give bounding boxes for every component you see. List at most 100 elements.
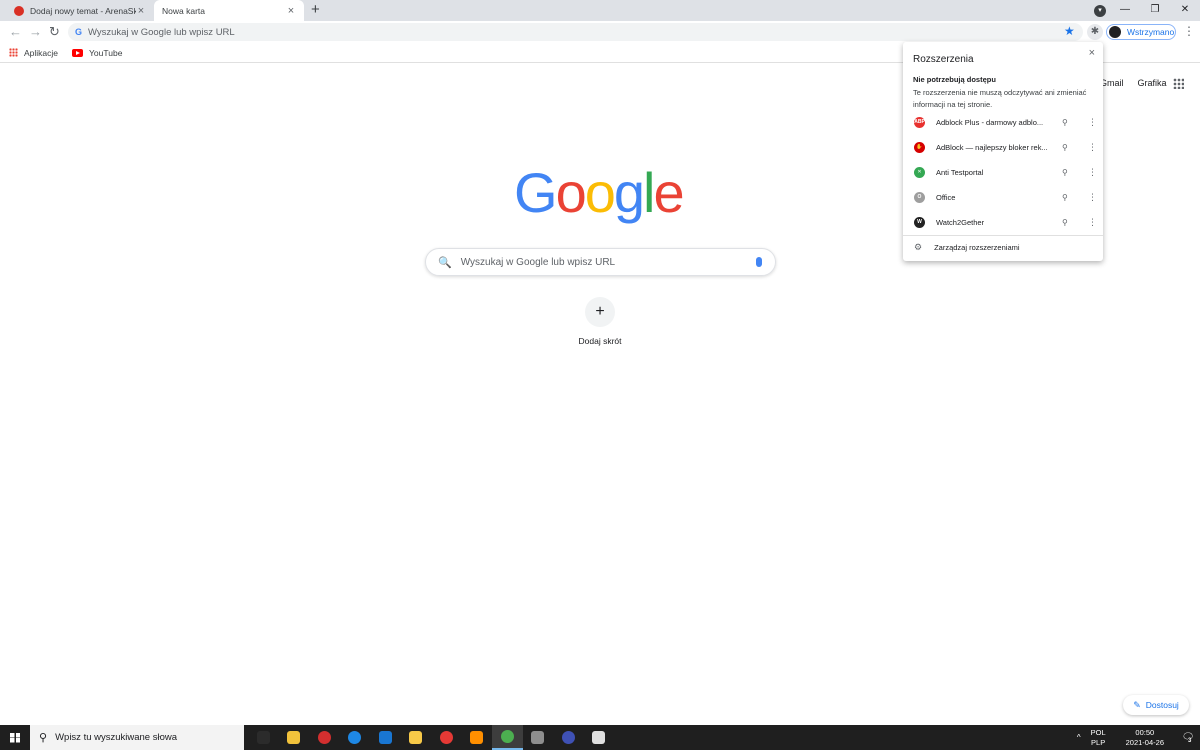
edge-icon bbox=[348, 731, 362, 744]
pin-icon[interactable]: ⚲ bbox=[1062, 218, 1068, 227]
gmail-link[interactable]: Gmail bbox=[1100, 78, 1124, 88]
ntp-search-placeholder: Wyszukaj w Google lub wpisz URL bbox=[460, 256, 616, 268]
language-bottom: PLP bbox=[1091, 737, 1106, 747]
taskbar-app-media[interactable] bbox=[462, 725, 493, 750]
pin-icon[interactable]: ⚲ bbox=[1062, 118, 1068, 127]
app-paint-icon bbox=[592, 731, 606, 744]
ntp-search-box[interactable]: 🔍 Wyszukaj w Google lub wpisz URL bbox=[425, 248, 776, 276]
forward-button[interactable]: → bbox=[29, 24, 42, 40]
chrome-menu-icon[interactable]: ⋮ bbox=[1183, 24, 1195, 38]
bookmark-apps[interactable]: Aplikacje bbox=[9, 48, 58, 58]
more-options-icon[interactable]: ⋮ bbox=[1088, 192, 1097, 203]
manage-extensions-label: Zarządzaj rozszerzeniami bbox=[934, 243, 1020, 252]
taskbar-app-app-blue[interactable] bbox=[553, 725, 584, 750]
back-button[interactable]: ← bbox=[9, 24, 22, 40]
tab-new-tab[interactable]: Nowa karta × bbox=[154, 0, 304, 21]
minimize-button[interactable]: — bbox=[1110, 0, 1140, 21]
extension-item[interactable]: W Watch2Gether ⚲ ⋮ bbox=[903, 210, 1103, 235]
window-controls: — ❐ ✕ bbox=[1110, 0, 1200, 21]
tab-strip: Dodaj nowy temat - ArenaSkillaż × Nowa k… bbox=[0, 0, 1200, 21]
start-button[interactable] bbox=[0, 725, 30, 750]
address-bar[interactable]: G Wyszukaj w Google lub wpisz URL bbox=[68, 23, 1083, 41]
tab-search-icon[interactable]: ▾ bbox=[1094, 5, 1106, 17]
bookmark-label: Aplikacje bbox=[24, 47, 59, 58]
logo-letter: g bbox=[613, 161, 645, 224]
restore-button[interactable]: ❐ bbox=[1140, 0, 1170, 21]
search-icon: 🔍 bbox=[438, 256, 452, 269]
clock[interactable]: 00:50 2021-04-26 bbox=[1126, 728, 1164, 748]
logo-letter: o bbox=[584, 161, 616, 224]
youtube-icon bbox=[72, 48, 84, 57]
microphone-icon[interactable] bbox=[756, 257, 762, 267]
taskbar-apps bbox=[248, 725, 614, 750]
taskbar-app-file-explorer[interactable] bbox=[401, 725, 432, 750]
tab-title: Nowa karta bbox=[162, 5, 205, 16]
bookmark-star-icon[interactable]: ★ bbox=[1064, 24, 1075, 38]
extension-icon: O bbox=[914, 192, 925, 203]
more-options-icon[interactable]: ⋮ bbox=[1088, 217, 1097, 228]
divider bbox=[903, 235, 1103, 236]
extension-icon: ABP bbox=[914, 117, 925, 128]
reload-button[interactable]: ↻ bbox=[49, 24, 60, 40]
taskbar-app-mail[interactable] bbox=[370, 725, 401, 750]
tab-arenaskill[interactable]: Dodaj nowy temat - ArenaSkillaż × bbox=[6, 0, 154, 21]
apps-icon bbox=[9, 48, 18, 57]
gear-icon: ⚙ bbox=[914, 242, 923, 252]
google-icon: G bbox=[75, 27, 83, 37]
extension-item[interactable]: ABP Adblock Plus - darmowy adblo... ⚲ ⋮ bbox=[903, 110, 1103, 135]
close-window-button[interactable]: ✕ bbox=[1170, 0, 1200, 21]
file-explorer-icon bbox=[409, 731, 423, 744]
search-icon: ⚲ bbox=[39, 732, 48, 744]
language-indicator[interactable]: POL PLP bbox=[1091, 728, 1106, 748]
extension-item[interactable]: ✋ AdBlock — najlepszy bloker rek... ⚲ ⋮ bbox=[903, 135, 1103, 160]
taskbar-search-placeholder: Wpisz tu wyszukiwane słowa bbox=[55, 732, 178, 743]
pin-icon[interactable]: ⚲ bbox=[1062, 168, 1068, 177]
extension-name: AdBlock — najlepszy bloker rek... bbox=[936, 143, 1048, 152]
taskbar-search[interactable]: ⚲ Wpisz tu wyszukiwane słowa bbox=[30, 725, 244, 750]
notifications-icon[interactable]: 🗨 3 bbox=[1176, 732, 1200, 744]
taskbar-app-app-paint[interactable] bbox=[584, 725, 615, 750]
logo-letter: l bbox=[643, 161, 656, 224]
more-options-icon[interactable]: ⋮ bbox=[1088, 142, 1097, 153]
extension-name: Anti Testportal bbox=[936, 168, 984, 177]
extension-item[interactable]: ✕ Anti Testportal ⚲ ⋮ bbox=[903, 160, 1103, 185]
section-title: Nie potrzebują dostępu bbox=[913, 75, 996, 84]
taskbar-app-file-explorer-pin[interactable] bbox=[279, 725, 310, 750]
taskbar-app-opera[interactable] bbox=[431, 725, 462, 750]
taskbar-app-app-red[interactable] bbox=[309, 725, 340, 750]
images-link[interactable]: Grafika bbox=[1138, 78, 1167, 88]
taskbar-app-chrome[interactable] bbox=[492, 725, 523, 750]
pin-icon[interactable]: ⚲ bbox=[1062, 193, 1068, 202]
store-icon bbox=[531, 731, 545, 744]
more-options-icon[interactable]: ⋮ bbox=[1088, 117, 1097, 128]
add-shortcut-button[interactable]: + bbox=[585, 297, 615, 327]
tab-close-icon[interactable]: × bbox=[286, 5, 296, 17]
app-blue-icon bbox=[561, 731, 575, 744]
pin-icon[interactable]: ⚲ bbox=[1062, 143, 1068, 152]
chrome-icon bbox=[500, 730, 514, 743]
google-apps-icon[interactable] bbox=[1173, 78, 1184, 89]
windows-icon bbox=[10, 732, 20, 743]
new-tab-button[interactable]: + bbox=[311, 2, 320, 18]
taskbar-app-store[interactable] bbox=[523, 725, 554, 750]
extension-item[interactable]: O Office ⚲ ⋮ bbox=[903, 185, 1103, 210]
extension-icon: W bbox=[914, 217, 925, 228]
profile-button[interactable]: Wstrzymano bbox=[1106, 24, 1176, 40]
more-options-icon[interactable]: ⋮ bbox=[1088, 167, 1097, 178]
bookmark-youtube[interactable]: YouTube bbox=[72, 48, 122, 58]
extension-icon: ✋ bbox=[914, 142, 925, 153]
show-hidden-icons-icon[interactable]: ^ bbox=[1077, 733, 1081, 742]
taskbar-app-edge[interactable] bbox=[340, 725, 371, 750]
taskbar-app-task-view[interactable] bbox=[248, 725, 279, 750]
add-shortcut-label: Dodaj skrót bbox=[578, 336, 622, 346]
extensions-icon[interactable]: ✱ bbox=[1087, 24, 1103, 40]
mail-icon bbox=[378, 731, 392, 744]
close-icon[interactable]: × bbox=[1089, 47, 1095, 59]
logo-letter: e bbox=[653, 161, 684, 224]
tab-close-icon[interactable]: × bbox=[136, 5, 146, 17]
google-logo: Google bbox=[514, 160, 685, 225]
customize-button[interactable]: ✎ Dostosuj bbox=[1123, 695, 1189, 715]
manage-extensions-button[interactable]: ⚙ Zarządzaj rozszerzeniami bbox=[914, 242, 1020, 253]
file-explorer-pin-icon bbox=[287, 731, 301, 744]
customize-label: Dostosuj bbox=[1145, 700, 1179, 710]
